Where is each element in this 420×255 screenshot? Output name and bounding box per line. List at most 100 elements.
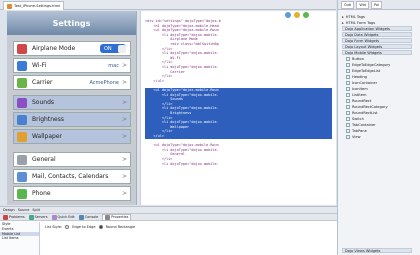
palette-category: Dojo Layout Widgets [342,44,412,49]
prop-list-items[interactable]: List Items [0,236,39,241]
widget-icon [346,98,350,103]
settings-row[interactable]: Carrier AcmePhone > [13,75,131,90]
palette-item[interactable]: Dojo Data Widgets [342,32,412,37]
view-tabs: Problems Servers Quick Edit Console Prop… [0,213,337,221]
settings-icon [17,77,27,88]
settings-icon [17,171,27,182]
tab-servers[interactable]: Servers [28,214,48,220]
editor-toolbar [285,12,309,18]
tab-outline[interactable]: Outl [341,0,355,9]
palette-item[interactable]: View [346,134,361,139]
settings-row-label: Carrier [32,79,53,86]
list-style-label: List Style: [45,225,63,229]
palette-item-label: EdgeToEdgeList [352,68,381,73]
palette-item[interactable]: TabPane [346,128,367,133]
settings-row[interactable]: Mail, Contacts, Calendars > [13,169,131,184]
palette-item[interactable]: Dojo Form Widgets [342,38,412,43]
palette-item-label: HTML Tags [345,14,365,19]
settings-row-label: Brightness [32,116,64,123]
palette-item-label: RoundRectCategory [352,104,388,109]
tab-palette[interactable]: Pal [370,0,382,9]
palette-item[interactable]: Heading [346,74,367,79]
source-editor[interactable]: <div id="settings" dojoType="dojox.m <h1… [140,11,336,205]
palette-item[interactable]: ListItem [346,92,366,97]
palette-item[interactable]: Dojo Mobile Widgets [342,50,412,55]
widget-icon [346,122,350,127]
widget-icon [346,80,350,85]
settings-row[interactable]: Wallpaper > [13,129,131,144]
chevron-right-icon: > [121,79,127,86]
palette-item-label: TabPane [352,128,367,133]
code-line: <li dojoType="dojox.mobile. [145,161,219,166]
palette-item[interactable]: EdgeToEdgeCategory [346,62,390,67]
palette-item-label: RoundRectList [352,110,378,115]
tab-split[interactable]: Split [32,208,40,212]
settings-icon [17,60,27,71]
ide-window: Test_iPhone-Settings.html Settings Airpl… [0,0,420,255]
editor-tab-label: Test_iPhone-Settings.html [14,4,61,8]
html-file-icon [7,3,12,9]
palette-item[interactable]: Dojo Application Widgets [342,26,412,31]
settings-icon [17,131,27,142]
palette-category: Dojo Form Widgets [342,38,412,43]
settings-icon [17,43,27,54]
palette-category: Dojo Data Widgets [342,32,412,37]
settings-row-label: Sounds [32,99,55,106]
settings-header: Settings [7,11,136,35]
editor-tab[interactable]: Test_iPhone-Settings.html [3,1,65,10]
chevron-right-icon: > [121,190,127,197]
airplane-toggle[interactable]: ON [100,44,126,53]
tab-problems[interactable]: Problems [3,214,25,220]
settings-row[interactable]: Sounds > [13,95,131,110]
palette-item[interactable]: RoundRectList [346,110,378,115]
chevron-right-icon: > [121,116,127,123]
tab-properties[interactable]: Properties [102,213,132,221]
palette-item[interactable]: EdgeToEdgeList [346,68,380,73]
widget-icon [346,134,350,139]
refresh-icon[interactable] [294,12,300,18]
palette-item[interactable]: TabContainer [346,122,376,127]
settings-row-label: Mail, Contacts, Calendars [32,173,109,180]
expand-icon[interactable]: ▸ [342,15,344,19]
palette-item[interactable]: RoundRect [346,98,371,103]
palette-item[interactable]: IconItem [346,86,368,91]
tab-quick-edit[interactable]: Quick Edit [51,214,75,220]
palette-item[interactable]: IconContainer [346,80,377,85]
palette-footer[interactable]: Dojo Views Widgets [342,248,412,253]
expand-icon[interactable]: ▸ [342,21,344,25]
settings-row[interactable]: Brightness > [13,112,131,127]
palette-item[interactable]: Button [346,56,364,61]
palette-item-label: IconItem [352,86,368,91]
palette-item-label: EdgeToEdgeCategory [352,62,391,67]
settings-row[interactable]: General > [13,152,131,167]
palette-category: Dojo Mobile Widgets [342,50,412,55]
palette-item-label: TabContainer [352,122,376,127]
settings-row[interactable]: Wi-Fi mac > [13,58,131,73]
edge-to-edge-radio[interactable] [65,225,70,229]
palette-item[interactable]: RoundRectCategory [346,104,388,109]
run-icon[interactable] [303,12,309,18]
palette-item-label: RoundRect [352,98,372,103]
palette-item[interactable]: ▸ HTML Tags [342,14,365,19]
list-style-options: List Style: Edge to Edge Round Rectangle [45,225,135,229]
palette-item-label: IconContainer [352,80,378,85]
palette-item[interactable]: Switch [346,116,364,121]
tab-widgets[interactable]: Wid [356,0,369,9]
settings-icon [17,154,27,165]
settings-row-label: Phone [32,190,51,197]
tab-design[interactable]: Design [3,208,15,212]
widget-icon [346,110,350,115]
palette-item-label: ListItem [352,92,367,97]
palette-panel: Outl Wid Pal ▸ HTML Tags ▸ HTML Form Tags Do… [337,0,420,255]
palette-item[interactable]: Dojo Layout Widgets [342,44,412,49]
palette-item[interactable]: ▸ HTML Form Tags [342,20,375,25]
palette-category: Dojo Application Widgets [342,26,412,31]
settings-row[interactable]: Phone > [13,186,131,201]
settings-row[interactable]: Airplane Mode ON [13,41,131,56]
tab-source[interactable]: Source [18,208,30,212]
tab-console[interactable]: Console [78,214,98,220]
palette-item-label: Button [352,56,365,61]
round-rectangle-radio[interactable] [98,225,103,229]
preview-icon[interactable] [285,12,291,18]
palette-item-label: Switch [352,116,364,121]
